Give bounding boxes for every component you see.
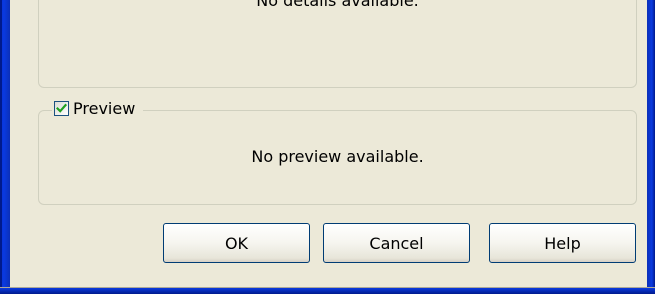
details-message: No details available.	[256, 0, 419, 10]
preview-checkbox[interactable]	[54, 100, 69, 116]
cancel-button[interactable]: Cancel	[323, 223, 470, 263]
details-groupbox: No details available.	[38, 0, 637, 88]
preview-message: No preview available.	[251, 147, 424, 166]
help-button[interactable]: Help	[489, 223, 636, 263]
preview-toggle[interactable]: Preview	[52, 96, 144, 120]
checkmark-icon	[56, 103, 67, 113]
preview-checkbox-label: Preview	[73, 98, 136, 118]
window-frame-bottom	[0, 287, 655, 294]
window-frame-left	[0, 0, 10, 294]
preview-groupbox: No preview available.	[38, 110, 637, 205]
ok-button[interactable]: OK	[163, 223, 310, 263]
window-frame-right	[647, 0, 655, 294]
